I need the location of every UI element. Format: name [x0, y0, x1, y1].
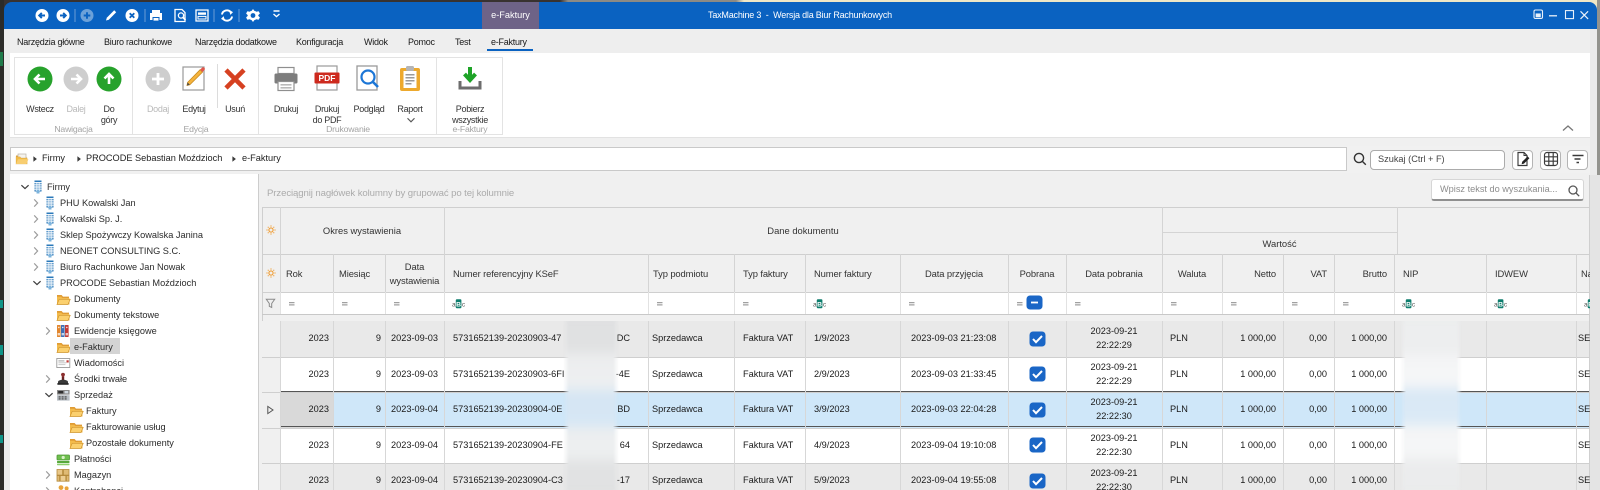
- svg-text:B: B: [1406, 301, 1411, 308]
- svg-text:B: B: [1498, 301, 1503, 308]
- svg-text:c: c: [462, 302, 466, 309]
- svg-text:c: c: [1504, 302, 1508, 309]
- svg-text:PDF: PDF: [319, 73, 336, 83]
- svg-text:c: c: [1412, 302, 1416, 309]
- svg-text:B: B: [817, 301, 822, 308]
- svg-text:B: B: [456, 301, 461, 308]
- svg-text:c: c: [823, 302, 827, 309]
